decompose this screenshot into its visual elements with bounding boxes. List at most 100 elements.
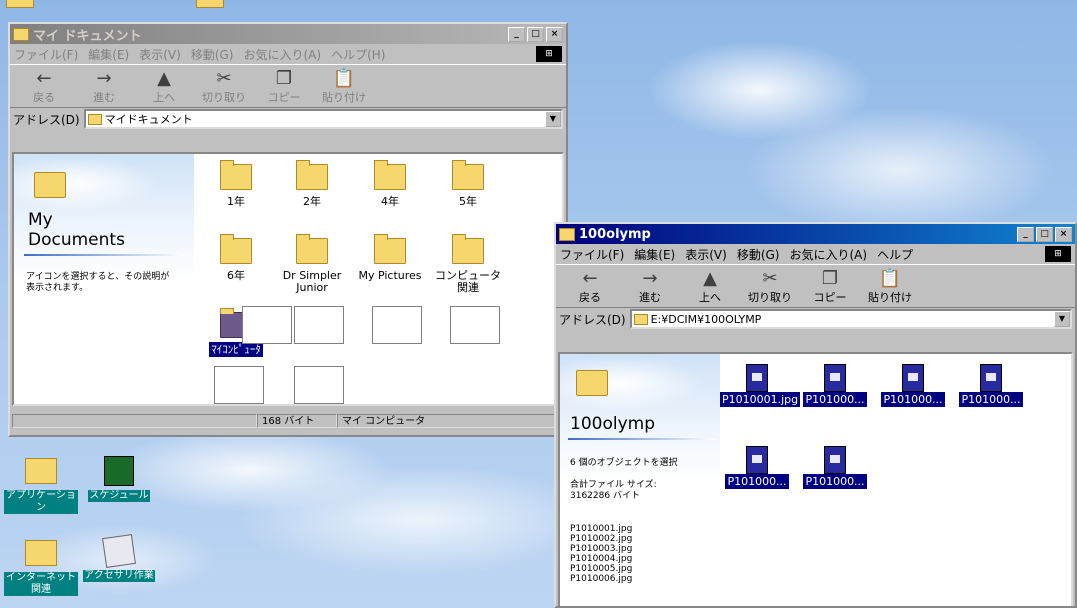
paste-button[interactable]: 📋 貼り付け <box>316 69 372 105</box>
folder-item[interactable]: 6年 <box>200 234 272 282</box>
folder-item[interactable]: My Pictures <box>354 234 426 282</box>
image-file-icon <box>824 364 846 392</box>
folder-view[interactable]: My Documents アイコンを選択すると、その説明が表示されます。 1年 … <box>12 152 564 406</box>
desktop-folder-icon[interactable] <box>196 0 224 8</box>
menu-bar: ファイル(F) 編集(E) 表示(V) 移動(G) お気に入り(A) ヘルプ(H… <box>10 44 566 64</box>
menu-help[interactable]: ヘルプ <box>877 246 913 263</box>
folder-icon <box>374 234 406 264</box>
folder-item[interactable]: コンピュータ関連 <box>432 234 504 294</box>
cut-button[interactable]: ✂ 切り取り <box>742 269 798 305</box>
folder-label: 6年 <box>227 269 245 282</box>
menu-go[interactable]: 移動(G) <box>737 246 780 263</box>
toolbar: ← 戻る → 進む ▲ 上へ ✂ 切り取り ❐ コピー 📋 貼り付け <box>10 64 566 108</box>
paste-button[interactable]: 📋 貼り付け <box>862 269 918 305</box>
title-bar[interactable]: マイ ドキュメント _ □ × <box>10 24 566 44</box>
desktop-icon-label: スケジュール <box>88 490 150 502</box>
windows-logo-icon: ⊞ <box>536 46 562 62</box>
file-item[interactable]: P101000... <box>954 364 1028 407</box>
tool-label: コピー <box>267 91 301 104</box>
panel-title-line2: Documents <box>28 230 125 250</box>
folder-item[interactable]: 5年 <box>432 160 504 208</box>
status-bar: 168 バイト マイ コンピュータ <box>12 412 564 430</box>
my-documents-window[interactable]: マイ ドキュメント _ □ × ファイル(F) 編集(E) 表示(V) 移動(G… <box>8 22 568 437</box>
menu-view[interactable]: 表示(V) <box>685 246 727 263</box>
maximize-button[interactable]: □ <box>1036 226 1053 242</box>
menu-bar: ファイル(F) 編集(E) 表示(V) 移動(G) お気に入り(A) ヘルプ ⊞ <box>556 244 1075 264</box>
menu-file[interactable]: ファイル(F) <box>14 46 78 63</box>
dropdown-arrow-icon[interactable]: ▼ <box>545 111 561 127</box>
desktop-icon-label: アプリケーション <box>4 490 78 514</box>
selection-count: 6 個のオブジェクトを選択 <box>570 458 678 468</box>
tool-label: コピー <box>813 291 847 304</box>
thumbnail-placeholder <box>372 306 422 344</box>
minimize-button[interactable]: _ <box>508 26 525 42</box>
folder-icon <box>576 370 608 396</box>
desktop-icon[interactable]: アクセサリ作業 <box>82 534 156 582</box>
folder-item[interactable]: 4年 <box>354 160 426 208</box>
back-button[interactable]: ← 戻る <box>562 269 618 305</box>
minimize-button[interactable]: _ <box>1017 226 1034 242</box>
copy-button[interactable]: ❐ コピー <box>256 69 312 105</box>
close-button[interactable]: × <box>1055 226 1072 242</box>
file-label: P101000... <box>725 474 789 489</box>
menu-help[interactable]: ヘルプ(H) <box>331 46 385 63</box>
menu-go[interactable]: 移動(G) <box>191 46 234 63</box>
cut-button[interactable]: ✂ 切り取り <box>196 69 252 105</box>
menu-view[interactable]: 表示(V) <box>139 46 181 63</box>
paste-icon: 📋 <box>332 68 356 89</box>
size-value: 3162286 バイト <box>570 491 640 501</box>
divider <box>568 438 716 440</box>
forward-arrow-icon: → <box>642 268 658 289</box>
up-folder-icon: ▲ <box>703 268 717 289</box>
desktop-icon[interactable]: スケジュール <box>82 456 156 502</box>
scissors-icon: ✂ <box>216 68 232 89</box>
file-label: P101000... <box>803 392 867 407</box>
panel-hint: アイコンを選択すると、その説明が表示されます。 <box>26 272 170 293</box>
100olymp-window[interactable]: 100olymp _ □ × ファイル(F) 編集(E) 表示(V) 移動(G)… <box>554 222 1077 608</box>
forward-button[interactable]: → 進む <box>622 269 678 305</box>
folder-item[interactable]: 2年 <box>276 160 348 208</box>
file-item[interactable]: P101000... <box>720 446 794 489</box>
menu-file[interactable]: ファイル(F) <box>560 246 624 263</box>
up-folder-icon: ▲ <box>157 68 171 89</box>
file-label: P101000... <box>959 392 1023 407</box>
folder-icon <box>25 458 57 484</box>
file-item[interactable]: P101000... <box>798 446 872 489</box>
desktop-icon[interactable]: アプリケーション <box>4 458 78 514</box>
dropdown-arrow-icon[interactable]: ▼ <box>1054 311 1070 327</box>
menu-favorites[interactable]: お気に入り(A) <box>789 246 867 263</box>
folder-icon <box>87 113 102 125</box>
tool-label: 進む <box>639 291 661 304</box>
desktop-folder-icon[interactable] <box>6 0 34 8</box>
desktop-icon[interactable]: インターネット関連 <box>4 540 78 596</box>
thumbnail-placeholder <box>450 306 500 344</box>
forward-arrow-icon: → <box>96 68 112 89</box>
address-value: マイドキュメント <box>104 113 193 126</box>
address-input[interactable]: マイドキュメント ▼ <box>83 109 563 129</box>
title-bar[interactable]: 100olymp _ □ × <box>556 224 1075 244</box>
copy-button[interactable]: ❐ コピー <box>802 269 858 305</box>
maximize-button[interactable]: □ <box>527 26 544 42</box>
menu-favorites[interactable]: お気に入り(A) <box>243 46 321 63</box>
up-button[interactable]: ▲ 上へ <box>682 269 738 305</box>
folder-icon <box>34 172 66 198</box>
menu-edit[interactable]: 編集(E) <box>634 246 675 263</box>
file-item[interactable]: P1010001.jpg <box>720 364 801 407</box>
tool-label: 上へ <box>153 91 175 104</box>
address-input[interactable]: E:¥DCIM¥100OLYMP ▼ <box>629 309 1072 329</box>
folder-icon <box>452 160 484 190</box>
folder-item[interactable]: 1年 <box>200 160 272 208</box>
folder-view[interactable]: 100olymp 6 個のオブジェクトを選択 合計ファイル サイズ: 31622… <box>558 352 1073 606</box>
forward-button[interactable]: → 進む <box>76 69 132 105</box>
back-button[interactable]: ← 戻る <box>16 69 72 105</box>
folder-icon <box>633 313 648 325</box>
tool-label: 切り取り <box>202 91 246 104</box>
folder-item[interactable]: Dr Simpler Junior <box>276 234 348 294</box>
menu-edit[interactable]: 編集(E) <box>88 46 129 63</box>
up-button[interactable]: ▲ 上へ <box>136 69 192 105</box>
close-button[interactable]: × <box>546 26 563 42</box>
file-item[interactable]: P101000... <box>876 364 950 407</box>
file-item[interactable]: P101000... <box>798 364 872 407</box>
toolbar: ← 戻る → 進む ▲ 上へ ✂ 切り取り ❐ コピー 📋 貼り付け <box>556 264 1075 308</box>
divider <box>24 254 184 256</box>
